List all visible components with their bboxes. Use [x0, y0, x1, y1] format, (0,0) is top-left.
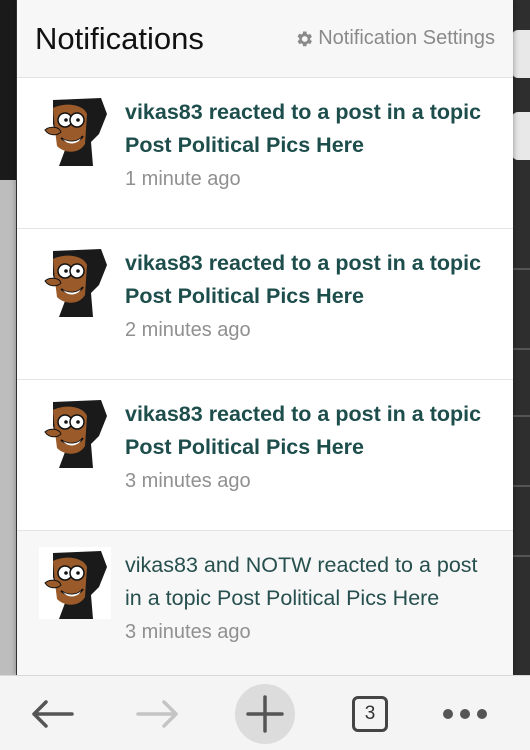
- settings-label: Notification Settings: [318, 27, 495, 49]
- avatar: [39, 94, 111, 166]
- browser-toolbar: 3: [0, 675, 530, 750]
- back-button[interactable]: [22, 684, 82, 744]
- more-button[interactable]: [435, 684, 495, 744]
- more-dots-icon: [443, 709, 487, 719]
- notification-text[interactable]: vikas83 reacted to a post in a topic Pos…: [125, 96, 497, 162]
- plus-icon: [246, 695, 284, 733]
- avatar: [39, 547, 111, 619]
- notifications-header: Notifications Notification Settings: [17, 0, 513, 78]
- notification-item[interactable]: vikas83 and NOTW reacted to a post in a …: [17, 531, 513, 675]
- notification-text[interactable]: vikas83 reacted to a post in a topic Pos…: [125, 247, 497, 313]
- notification-item[interactable]: vikas83 reacted to a post in a topic Pos…: [17, 380, 513, 531]
- notification-text[interactable]: vikas83 and NOTW reacted to a post in a …: [125, 549, 497, 615]
- notification-time: 3 minutes ago: [125, 621, 251, 643]
- notification-text[interactable]: vikas83 reacted to a post in a topic Pos…: [125, 398, 497, 464]
- arrow-left-icon: [32, 700, 74, 728]
- new-tab-button[interactable]: [235, 684, 295, 744]
- tabs-button[interactable]: 3: [340, 684, 400, 744]
- arrow-right-icon: [136, 700, 178, 728]
- notification-item[interactable]: vikas83 reacted to a post in a topic Pos…: [17, 229, 513, 380]
- notification-time: 2 minutes ago: [125, 319, 251, 341]
- notification-settings-link[interactable]: Notification Settings: [294, 27, 495, 50]
- avatar: [39, 396, 111, 468]
- forward-button[interactable]: [128, 684, 188, 744]
- notifications-panel: Notifications Notification Settings vika…: [17, 0, 513, 675]
- notification-item[interactable]: vikas83 reacted to a post in a topic Pos…: [17, 78, 513, 229]
- notification-time: 3 minutes ago: [125, 470, 251, 492]
- notification-time: 1 minute ago: [125, 168, 241, 190]
- gear-icon: [297, 31, 313, 46]
- tab-count-badge: 3: [352, 696, 388, 732]
- panel-title: Notifications: [35, 20, 204, 56]
- avatar: [39, 245, 111, 317]
